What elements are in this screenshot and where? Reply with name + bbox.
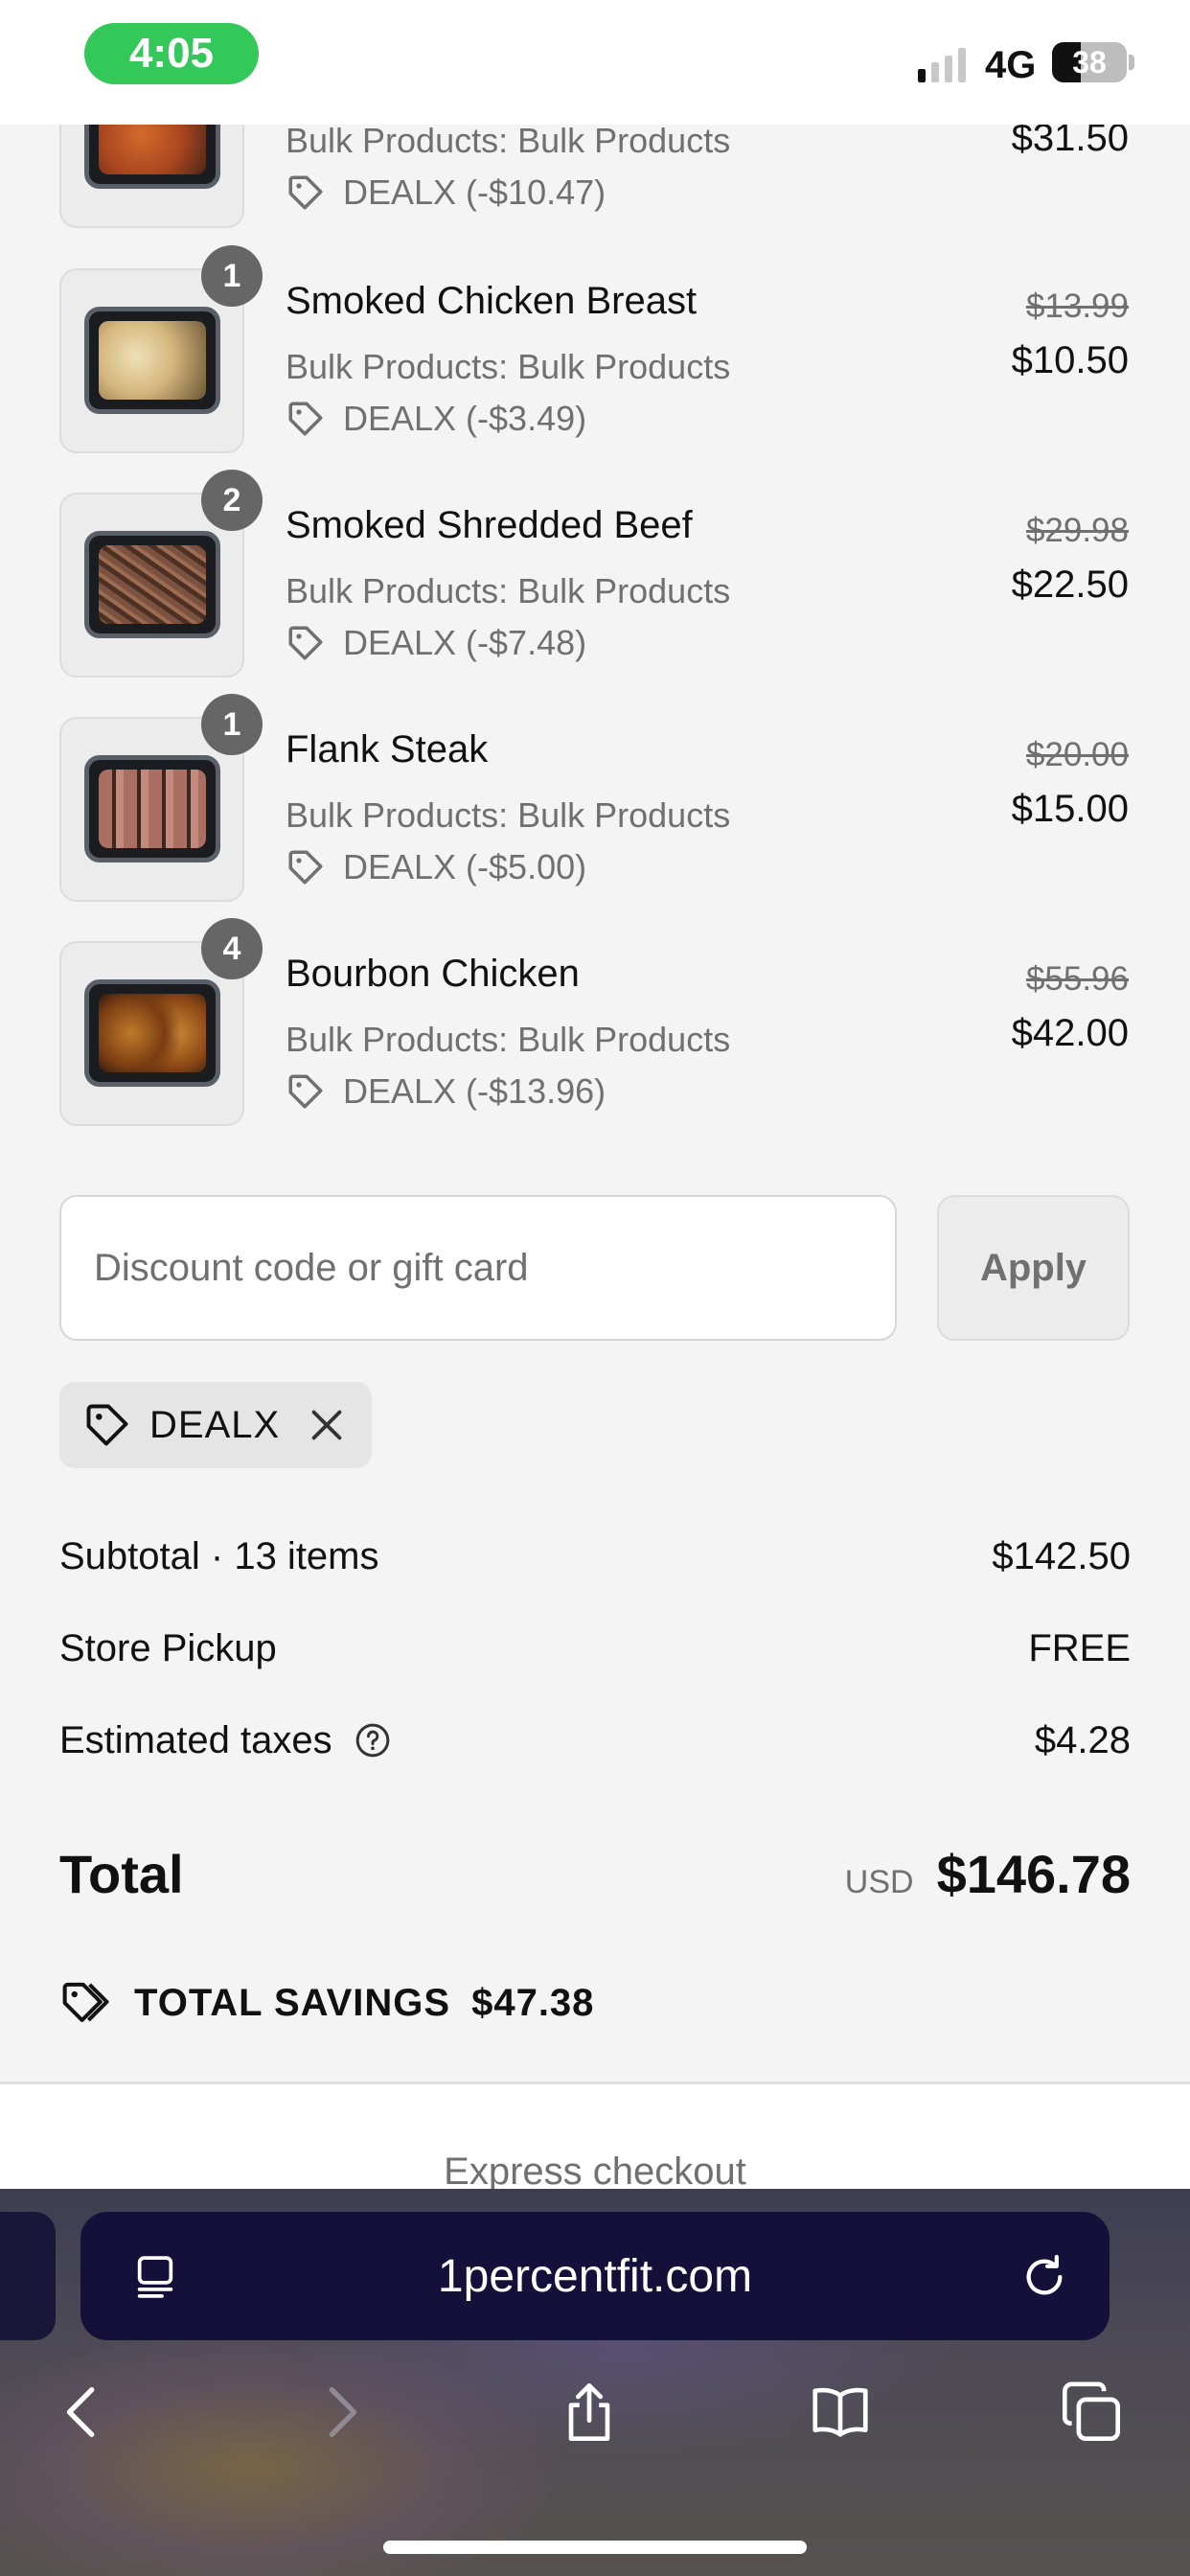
total-savings-row: TOTAL SAVINGS $47.38 — [59, 1974, 594, 2032]
taxes-value: $4.28 — [1034, 1718, 1131, 1761]
line-item: 1 Smoked Chicken Breast Bulk Products: B… — [0, 245, 1190, 460]
network-type: 4G — [985, 44, 1037, 86]
applied-code-chip: DEALX — [59, 1382, 372, 1468]
product-image — [84, 531, 220, 638]
remove-code-button[interactable] — [305, 1403, 349, 1447]
tabs-button[interactable] — [1050, 2371, 1133, 2453]
bookmarks-button[interactable] — [799, 2371, 881, 2453]
question-circle-icon[interactable] — [354, 1721, 392, 1760]
home-indicator[interactable] — [383, 2541, 807, 2554]
apply-discount-button[interactable]: Apply — [937, 1195, 1130, 1341]
book-icon — [812, 2387, 868, 2437]
food-image — [99, 321, 206, 400]
chevron-left-icon — [66, 2387, 95, 2437]
battery-icon: 38 — [1052, 42, 1127, 82]
tag-icon — [86, 1404, 128, 1446]
line-item: 2 Smoked Shredded Beef Bulk Products: Bu… — [0, 470, 1190, 684]
express-checkout-label: Express checkout — [444, 2150, 746, 2193]
forward-button[interactable] — [299, 2371, 381, 2453]
item-discount-label: DEALX (-$5.00) — [343, 847, 587, 886]
total-row: Total USD $146.78 — [59, 1837, 1131, 1910]
product-image — [84, 979, 220, 1087]
item-original-price: $20.00 — [1025, 736, 1129, 773]
item-original-price: $29.98 — [1025, 512, 1129, 549]
item-name: Smoked Shredded Beef — [286, 504, 693, 546]
item-original-price: $55.96 — [1025, 960, 1129, 998]
item-variant: Bulk Products: Bulk Products — [286, 795, 731, 835]
item-variant: Bulk Products: Bulk Products — [286, 347, 731, 386]
item-name: Bourbon Chicken — [286, 953, 580, 995]
item-price: $10.50 — [1011, 339, 1129, 381]
item-variant: Bulk Products: Bulk Products — [286, 571, 731, 610]
taxes-label-group: Estimated taxes — [59, 1719, 392, 1762]
url-text: 1percentfit.com — [437, 2251, 753, 2302]
total-label: Total — [59, 1843, 184, 1904]
close-icon — [311, 1410, 342, 1440]
product-image — [84, 755, 220, 862]
item-variant: Bulk Products: Bulk Products — [286, 121, 731, 160]
line-item: 1 Flank Steak Bulk Products: Bulk Produc… — [0, 694, 1190, 908]
share-button[interactable] — [548, 2371, 630, 2453]
item-discount-label: DEALX (-$10.47) — [343, 172, 606, 212]
total-amount-group: USD $146.78 — [845, 1843, 1131, 1905]
quantity-badge: 2 — [201, 470, 263, 531]
item-price: $22.50 — [1011, 564, 1129, 606]
signal-icon — [918, 48, 966, 82]
item-discount-label: DEALX (-$7.48) — [343, 623, 587, 662]
item-discount-label: DEALX (-$13.96) — [343, 1071, 606, 1111]
tag-icon — [288, 1074, 323, 1109]
food-image — [99, 770, 206, 848]
tag-icon — [288, 850, 323, 885]
quantity-badge: 4 — [201, 918, 263, 979]
item-name: Flank Steak — [286, 728, 489, 770]
item-price: $42.00 — [1011, 1012, 1129, 1054]
item-original-price: $13.99 — [1025, 288, 1129, 325]
tag-icon — [288, 402, 323, 436]
item-discount: DEALX (-$7.48) — [286, 623, 586, 663]
reload-icon[interactable] — [1018, 2250, 1071, 2304]
previous-tab-peek[interactable] — [0, 2212, 56, 2340]
item-discount: DEALX (-$10.47) — [286, 172, 606, 213]
address-bar[interactable]: 1percentfit.com — [80, 2212, 1110, 2340]
quantity-badge: 1 — [201, 245, 263, 307]
total-savings-label: TOTAL SAVINGS — [134, 1981, 451, 2024]
tags-icon — [62, 1982, 109, 2023]
discount-code-input[interactable] — [59, 1195, 897, 1341]
item-discount: DEALX (-$3.49) — [286, 399, 586, 439]
item-price: $15.00 — [1011, 788, 1129, 830]
back-button[interactable] — [42, 2371, 125, 2453]
battery-level: 38 — [1072, 45, 1107, 80]
subtotal-value: $142.50 — [992, 1534, 1131, 1577]
item-discount-label: DEALX (-$3.49) — [343, 399, 587, 438]
status-bar: 4:05 4G 38 — [0, 0, 1190, 125]
tag-icon — [288, 175, 323, 210]
food-image — [99, 545, 206, 624]
shipping-label: Store Pickup — [59, 1626, 277, 1669]
product-image — [84, 307, 220, 414]
browser-toolbar: 1percentfit.com — [0, 2189, 1190, 2576]
battery-cap — [1129, 55, 1134, 70]
subtotal-row: Subtotal · 13 items $142.50 — [59, 1528, 1131, 1585]
status-time: 4:05 — [84, 23, 259, 84]
item-variant: Bulk Products: Bulk Products — [286, 1020, 731, 1059]
currency-code: USD — [844, 1863, 914, 1900]
applied-code-label: DEALX — [149, 1403, 281, 1446]
tag-icon — [288, 626, 323, 660]
shipping-row: Store Pickup FREE — [59, 1620, 1131, 1677]
item-name: Smoked Chicken Breast — [286, 280, 698, 322]
subtotal-label: Subtotal · 13 items — [59, 1534, 379, 1577]
total-value: $146.78 — [936, 1843, 1131, 1904]
line-item: 4 Bourbon Chicken Bulk Products: Bulk Pr… — [0, 918, 1190, 1133]
tabs-icon — [1062, 2381, 1121, 2442]
taxes-label: Estimated taxes — [59, 1718, 332, 1761]
total-savings-value: $47.38 — [471, 1981, 595, 2024]
shipping-value: FREE — [1028, 1626, 1131, 1669]
item-discount: DEALX (-$13.96) — [286, 1071, 606, 1112]
quantity-badge: 1 — [201, 694, 263, 755]
share-icon — [568, 2382, 610, 2442]
chevron-right-icon — [329, 2387, 357, 2437]
food-image — [99, 994, 206, 1072]
taxes-row: Estimated taxes $4.28 — [59, 1712, 1131, 1769]
item-discount: DEALX (-$5.00) — [286, 847, 586, 887]
